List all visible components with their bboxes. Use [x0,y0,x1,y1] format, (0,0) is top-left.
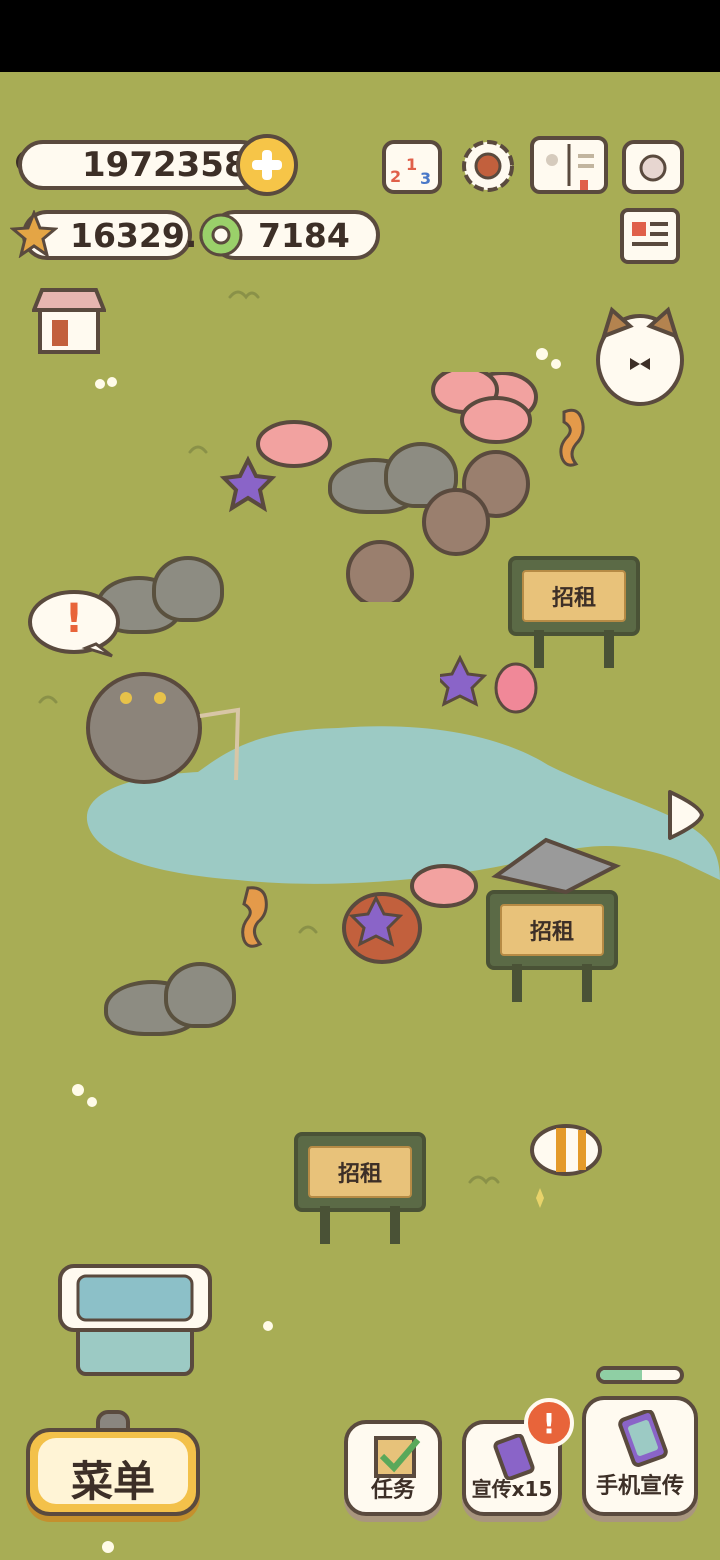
promo-progress-fill [600,1370,642,1380]
shop-button[interactable] [31,288,107,356]
svg-text:2: 2 [390,167,401,186]
status-bar [0,0,720,72]
podium-icon: 213 [390,155,431,188]
rent-sign-label: 招租 [522,570,626,622]
phone-icon [618,1410,668,1467]
ring-icon [196,210,246,260]
promo-alert-badge: ! [524,1398,574,1448]
fish-currency-pill: 19723589 [18,140,271,190]
camera-button[interactable] [622,140,684,194]
sea-creatures-cluster [342,837,621,964]
exclamation-icon: ! [64,596,84,642]
starfish-icon [9,208,59,259]
add-fish-button[interactable] [236,134,298,196]
settings-button[interactable] [458,136,518,196]
starfish-icon [219,455,277,513]
seahorse-icon [241,886,268,948]
rent-sign[interactable]: 招租 [508,556,640,668]
butterflyfish-icon [530,1124,602,1208]
shop-icon [31,288,107,354]
fishing-cat-character[interactable] [80,656,250,786]
tasks-button[interactable]: 任务 [344,1420,442,1516]
svg-text:3: 3 [420,169,431,188]
next-area-button[interactable] [664,786,706,844]
news-button[interactable] [620,208,680,264]
rent-sign-label: 招租 [308,1146,412,1198]
fish-group [440,654,538,714]
book-icon [546,144,594,192]
checklist-icon [374,1436,421,1478]
phone-promo-button[interactable]: 手机宣传 [582,1396,698,1516]
phone-promo-button-label: 手机宣传 [595,1474,684,1499]
fish-currency-value: 19723589 [82,145,272,185]
camera-icon [639,154,667,182]
menu-button[interactable]: 菜单 [26,1410,200,1522]
catalog-button[interactable] [530,136,608,194]
phone-icon [493,1434,535,1480]
alert-bubble[interactable]: ! [26,588,122,658]
pufferfish-icon [346,450,530,602]
newspaper-icon [632,222,668,246]
rock [164,962,236,1028]
plus-icon [252,150,282,180]
cooler-box[interactable] [54,1262,216,1380]
svg-text:1: 1 [406,155,417,174]
seahorse-icon [559,408,585,467]
menu-button-label: 菜单 [70,1457,155,1506]
rent-sign[interactable]: 招租 [294,1132,426,1244]
chevron-right-icon [668,790,704,840]
gear-icon [462,140,514,192]
ranking-button[interactable]: 213 [382,140,442,194]
promo-progress-bar [596,1366,684,1384]
